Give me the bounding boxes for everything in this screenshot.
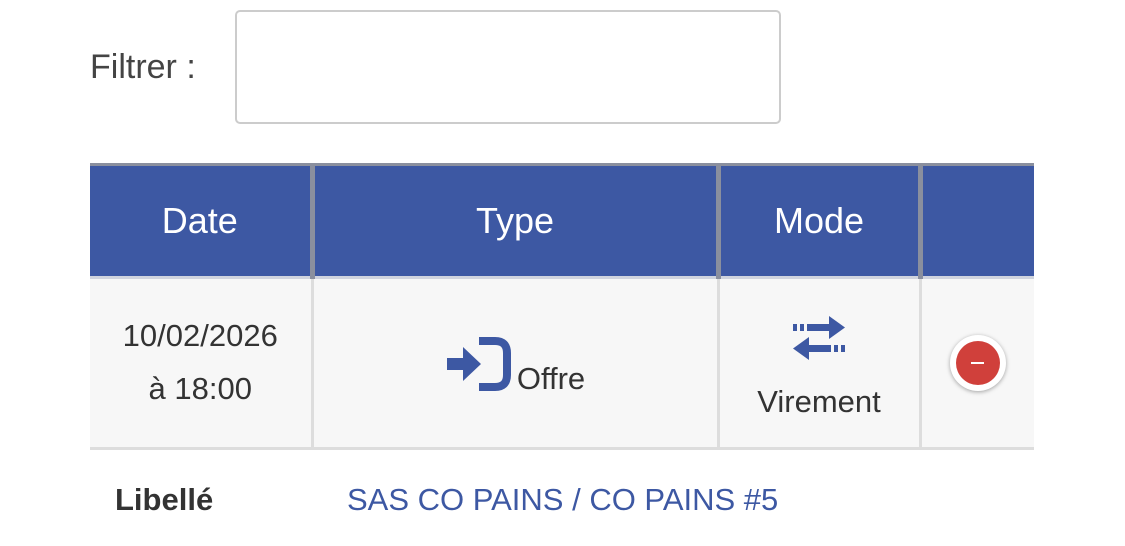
row-date: 10/02/2026	[122, 318, 278, 354]
filter-input[interactable]	[235, 10, 781, 124]
date-cell: 10/02/2026 à 18:00	[90, 277, 312, 450]
type-label: Offre	[516, 361, 586, 396]
mode-cell: Virement	[716, 277, 920, 450]
row-time: à 18:00	[148, 371, 252, 406]
transfer-arrows-icon	[789, 314, 849, 370]
column-header-date[interactable]: Date	[90, 163, 312, 279]
column-header-mode[interactable]: Mode	[715, 163, 920, 279]
libelle-row: Libellé SAS CO PAINS / CO PAINS #5	[115, 482, 778, 518]
table-row[interactable]: 10/02/2026 à 18:00 Offre Virement	[90, 277, 1034, 450]
column-header-type[interactable]: Type	[309, 163, 718, 279]
filter-label: Filtrer :	[90, 47, 196, 86]
filter-bar: Filtrer :	[90, 10, 781, 124]
mode-label: Virement	[757, 384, 881, 419]
libelle-value: SAS CO PAINS / CO PAINS #5	[347, 482, 779, 517]
table-header-row: Date Type Mode	[90, 163, 1034, 279]
type-badge: Offre	[445, 337, 585, 399]
sign-in-icon	[445, 337, 511, 399]
column-header-actions	[917, 163, 1034, 279]
type-cell: Offre	[310, 277, 718, 450]
remove-button[interactable]	[949, 335, 1006, 391]
operations-table: Date Type Mode 10/02/2026 à 18:00 Offre …	[90, 163, 1034, 450]
remove-icon	[955, 341, 1000, 385]
actions-cell	[918, 277, 1034, 450]
mode-badge: Virement	[720, 314, 919, 420]
libelle-label: Libellé	[115, 482, 214, 517]
